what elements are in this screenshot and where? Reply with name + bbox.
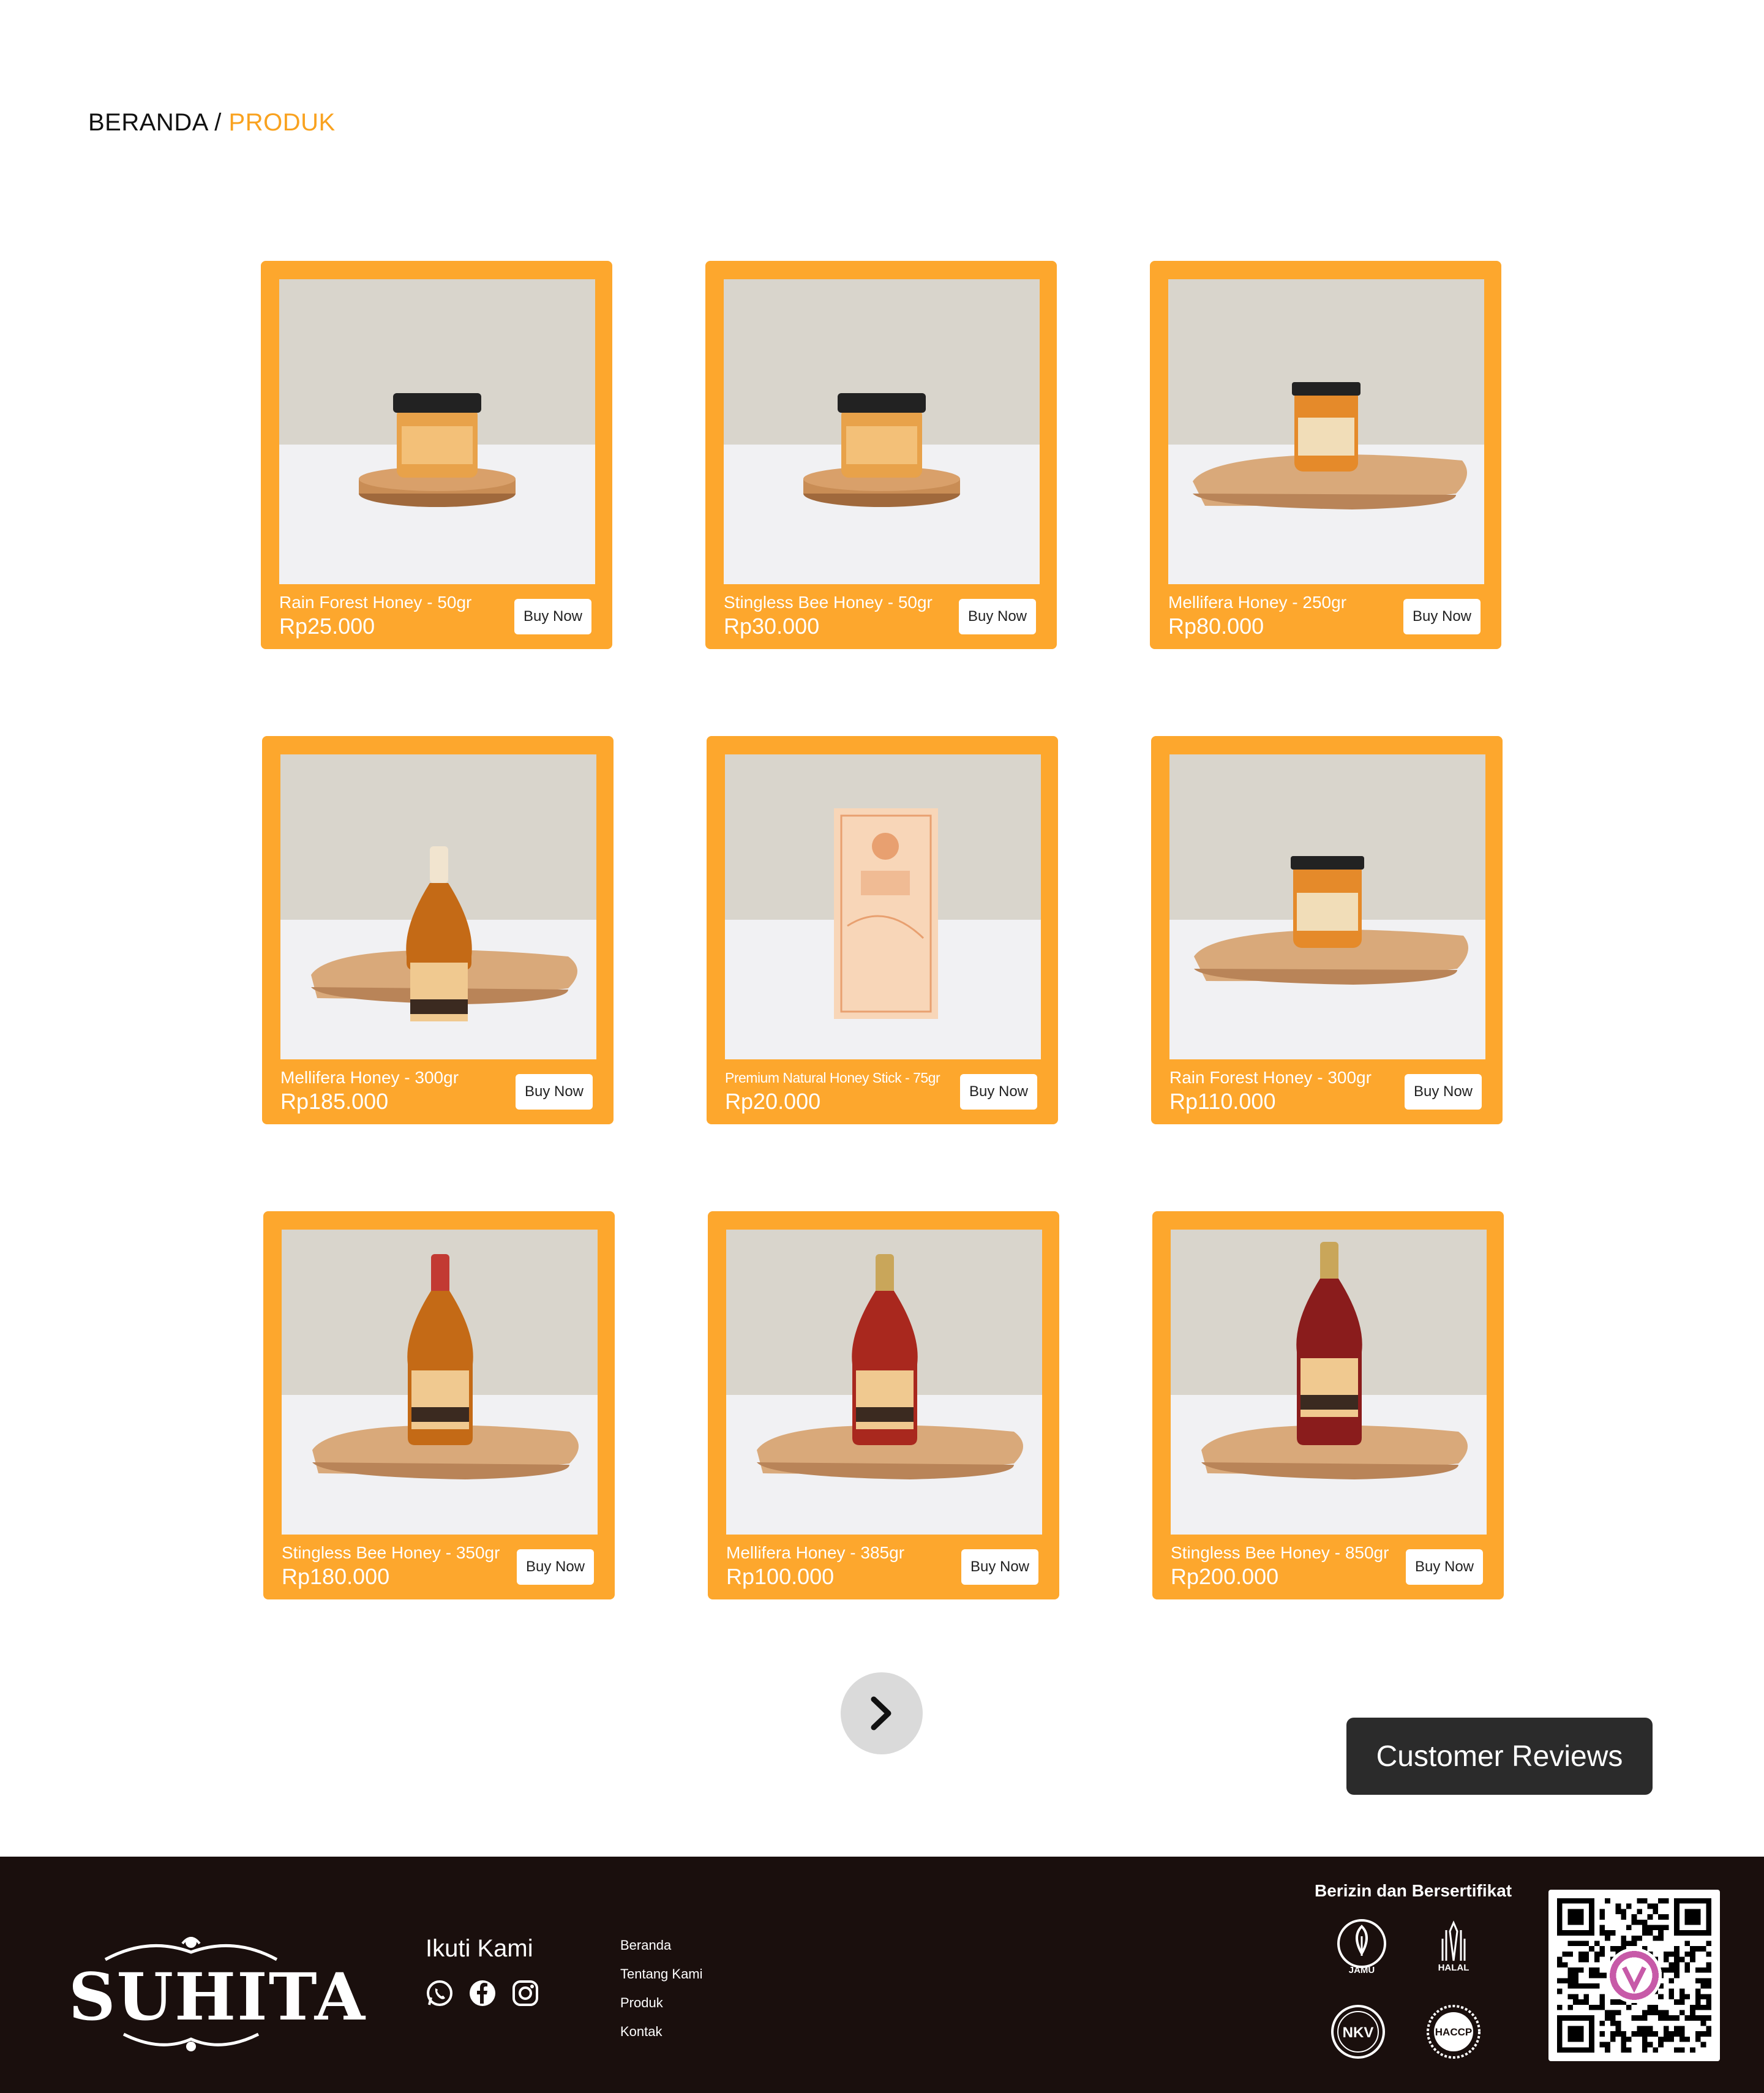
- product-card[interactable]: Premium Natural Honey Stick - 75gr Rp20.…: [707, 736, 1058, 1124]
- product-card[interactable]: Rain Forest Honey - 300gr Rp110.000 Buy …: [1151, 736, 1503, 1124]
- next-page-button[interactable]: [841, 1672, 923, 1754]
- badge-label: HALAL: [1438, 1963, 1469, 1973]
- badge-label: HACCP: [1435, 2026, 1472, 2038]
- product-photo[interactable]: [280, 754, 596, 1059]
- footer-nav-tentang-kami[interactable]: Tentang Kami: [620, 1966, 703, 1982]
- product-name: Rain Forest Honey - 300gr: [1169, 1068, 1372, 1087]
- brand-name: SUHITA: [69, 1958, 367, 2035]
- product-photo[interactable]: [726, 1230, 1042, 1535]
- suhita-logo[interactable]: SUHITA: [69, 1930, 367, 2053]
- jamu-badge-icon: JAMU: [1334, 1918, 1390, 1975]
- follow-us-title: Ikuti Kami: [426, 1935, 533, 1962]
- buy-now-button[interactable]: Buy Now: [516, 1074, 593, 1110]
- breadcrumb-home-link[interactable]: BERANDA: [88, 109, 208, 136]
- qr-code-icon: [1557, 1898, 1711, 2053]
- product-image: [282, 1230, 598, 1535]
- product-photo[interactable]: [1168, 279, 1484, 584]
- chevron-right-icon: [871, 1696, 891, 1730]
- facebook-icon[interactable]: [468, 1979, 497, 2007]
- qr-code[interactable]: [1548, 1890, 1720, 2061]
- buy-now-button[interactable]: Buy Now: [961, 1549, 1038, 1585]
- footer-nav-kontak[interactable]: Kontak: [620, 2024, 703, 2040]
- badge-label: JAMU: [1349, 1965, 1375, 1974]
- nkv-badge-icon: NKV: [1330, 2004, 1386, 2060]
- product-price: Rp185.000: [280, 1089, 389, 1114]
- product-name: Stingless Bee Honey - 50gr: [724, 593, 933, 612]
- product-card[interactable]: Mellifera Honey - 250gr Rp80.000 Buy Now: [1150, 261, 1501, 649]
- buy-now-button[interactable]: Buy Now: [1406, 1549, 1483, 1585]
- whatsapp-icon[interactable]: [426, 1979, 454, 2007]
- product-photo[interactable]: [279, 279, 595, 584]
- haccp-badge-icon: HACCP: [1425, 2004, 1482, 2060]
- product-price: Rp25.000: [279, 614, 375, 639]
- badge-label: NKV: [1343, 2024, 1374, 2041]
- product-name: Stingless Bee Honey - 350gr: [282, 1543, 500, 1562]
- product-price: Rp80.000: [1168, 614, 1264, 639]
- product-image: [280, 754, 596, 1059]
- product-name: Premium Natural Honey Stick - 75gr: [725, 1070, 940, 1086]
- customer-reviews-button[interactable]: Customer Reviews: [1346, 1718, 1653, 1795]
- product-photo[interactable]: [1169, 754, 1485, 1059]
- product-image: [1168, 279, 1484, 584]
- product-photo[interactable]: [725, 754, 1041, 1059]
- product-name: Mellifera Honey - 300gr: [280, 1068, 459, 1087]
- product-name: Stingless Bee Honey - 850gr: [1171, 1543, 1389, 1562]
- product-image: [1171, 1230, 1487, 1535]
- product-image: [1169, 754, 1485, 1059]
- product-price: Rp110.000: [1169, 1089, 1276, 1114]
- buy-now-button[interactable]: Buy Now: [514, 599, 591, 634]
- product-price: Rp100.000: [726, 1564, 835, 1589]
- footer-nav-produk[interactable]: Produk: [620, 1995, 703, 2011]
- product-card[interactable]: Stingless Bee Honey - 50gr Rp30.000 Buy …: [705, 261, 1057, 649]
- instagram-icon[interactable]: [511, 1979, 539, 2007]
- product-image: [726, 1230, 1042, 1535]
- footer: SUHITA Ikuti Kami Beranda Tentang Kami P…: [0, 1857, 1764, 2093]
- buy-now-button[interactable]: Buy Now: [960, 1074, 1037, 1110]
- product-price: Rp180.000: [282, 1564, 390, 1589]
- product-photo[interactable]: [1171, 1230, 1487, 1535]
- product-photo[interactable]: [282, 1230, 598, 1535]
- product-card[interactable]: Stingless Bee Honey - 850gr Rp200.000 Bu…: [1152, 1211, 1504, 1599]
- logo-ornament-bottom-icon: [122, 2032, 260, 2051]
- footer-nav-beranda[interactable]: Beranda: [620, 1937, 703, 1953]
- product-card[interactable]: Mellifera Honey - 300gr Rp185.000 Buy No…: [262, 736, 614, 1124]
- buy-now-button[interactable]: Buy Now: [1403, 599, 1481, 634]
- product-card[interactable]: Rain Forest Honey - 50gr Rp25.000 Buy No…: [261, 261, 612, 649]
- product-card[interactable]: Mellifera Honey - 385gr Rp100.000 Buy No…: [708, 1211, 1059, 1599]
- halal-badge-icon: HALAL: [1425, 1918, 1482, 1974]
- product-name: Rain Forest Honey - 50gr: [279, 593, 472, 612]
- product-price: Rp30.000: [724, 614, 820, 639]
- certification-title: Berizin dan Bersertifikat: [1315, 1881, 1512, 1900]
- product-image: [725, 754, 1041, 1059]
- breadcrumb-current: PRODUK: [228, 109, 336, 136]
- product-price: Rp20.000: [725, 1089, 821, 1114]
- product-card[interactable]: Stingless Bee Honey - 350gr Rp180.000 Bu…: [263, 1211, 615, 1599]
- buy-now-button[interactable]: Buy Now: [517, 1549, 594, 1585]
- breadcrumb: BERANDA / PRODUK: [88, 109, 336, 137]
- product-photo[interactable]: [724, 279, 1040, 584]
- buy-now-button[interactable]: Buy Now: [1405, 1074, 1482, 1110]
- product-image: [724, 279, 1040, 584]
- social-links: [426, 1979, 539, 2007]
- footer-nav: Beranda Tentang Kami Produk Kontak: [620, 1937, 703, 2053]
- product-price: Rp200.000: [1171, 1564, 1279, 1589]
- buy-now-button[interactable]: Buy Now: [959, 599, 1036, 634]
- product-name: Mellifera Honey - 250gr: [1168, 593, 1347, 612]
- product-name: Mellifera Honey - 385gr: [726, 1543, 905, 1562]
- product-image: [279, 279, 595, 584]
- breadcrumb-separator: /: [207, 109, 229, 136]
